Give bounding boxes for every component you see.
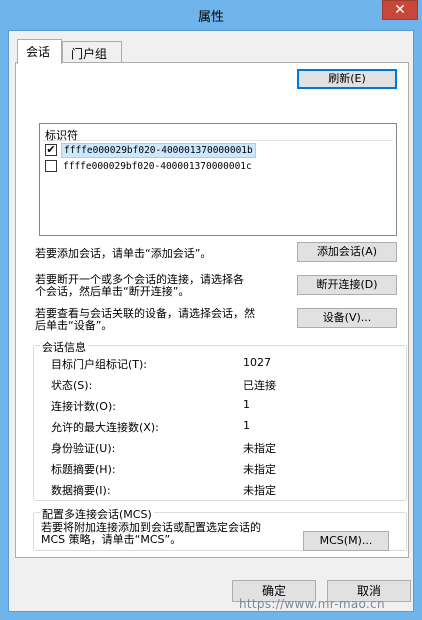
- max-connections-label: 允许的最大连接数(X):: [51, 421, 159, 434]
- title-bar[interactable]: 属性 ✕: [0, 0, 422, 28]
- add-session-button[interactable]: 添加会话(A): [297, 242, 397, 262]
- refresh-button[interactable]: 刷新(E): [297, 69, 397, 89]
- status-value: 已连接: [243, 379, 276, 392]
- devices-button[interactable]: 设备(V)...: [297, 308, 397, 328]
- session-info-title: 会话信息: [40, 339, 88, 355]
- session-listbox[interactable]: 标识符 ✔ ffffe000029bf020-400001370000001b …: [39, 123, 397, 236]
- watermark-text: https://www.mr-mao.cn: [239, 597, 385, 611]
- close-button[interactable]: ✕: [382, 0, 418, 20]
- list-item[interactable]: ffffe000029bf020-400001370000001c: [43, 159, 393, 174]
- target-portal-tag-label: 目标门户组标记(T):: [51, 358, 148, 371]
- sessions-panel: 刷新(E) 标识符 ✔ ffffe000029bf020-40000137000…: [15, 62, 409, 558]
- authentication-label: 身份验证(U):: [51, 442, 116, 455]
- properties-window: 属性 ✕ 会话 门户组 刷新(E) 标识符 ✔ ffffe000029bf020…: [0, 0, 422, 620]
- list-item[interactable]: ✔ ffffe000029bf020-400001370000001b: [43, 143, 393, 158]
- mcs-instructions-line2: MCS 策略，请单击“MCS”。: [41, 533, 182, 546]
- data-digest-value: 未指定: [243, 484, 276, 497]
- max-connections-value: 1: [243, 419, 250, 432]
- session-id[interactable]: ffffe000029bf020-400001370000001c: [61, 159, 254, 174]
- mcs-title: 配置多连接会话(MCS): [40, 506, 154, 522]
- connection-count-value: 1: [243, 398, 250, 411]
- session-checkbox[interactable]: ✔: [45, 144, 57, 156]
- connection-count-label: 连接计数(O):: [51, 400, 116, 413]
- status-label: 状态(S):: [51, 379, 93, 392]
- target-portal-tag-value: 1027: [243, 356, 271, 369]
- devices-instructions-line2: 后单击“设备”。: [35, 319, 113, 332]
- header-digest-value: 未指定: [243, 463, 276, 476]
- list-column-header[interactable]: 标识符: [43, 127, 393, 142]
- dialog-client-area: 会话 门户组 刷新(E) 标识符 ✔ ffffe000029bf020-4000…: [8, 30, 414, 612]
- authentication-value: 未指定: [243, 442, 276, 455]
- disconnect-button[interactable]: 断开连接(D): [297, 275, 397, 295]
- data-digest-label: 数据摘要(I):: [51, 484, 111, 497]
- add-session-instructions: 若要添加会话，请单击“添加会话”。: [35, 247, 212, 260]
- tab-sessions[interactable]: 会话: [17, 39, 62, 64]
- session-id[interactable]: ffffe000029bf020-400001370000001b: [61, 143, 256, 158]
- window-title: 属性: [197, 10, 224, 25]
- mcs-button[interactable]: MCS(M)...: [303, 531, 389, 551]
- header-digest-label: 标题摘要(H):: [51, 463, 116, 476]
- session-info-group: 会话信息 目标门户组标记(T): 1027 状态(S): 已连接 连接计数(O)…: [33, 339, 407, 501]
- session-checkbox[interactable]: [45, 160, 57, 172]
- disconnect-instructions-line2: 个会话，然后单击“断开连接”。: [35, 285, 190, 298]
- mcs-group: 配置多连接会话(MCS) 若要将附加连接添加到会话或配置选定会话的 MCS 策略…: [33, 506, 407, 551]
- tab-portal-groups[interactable]: 门户组: [62, 41, 122, 63]
